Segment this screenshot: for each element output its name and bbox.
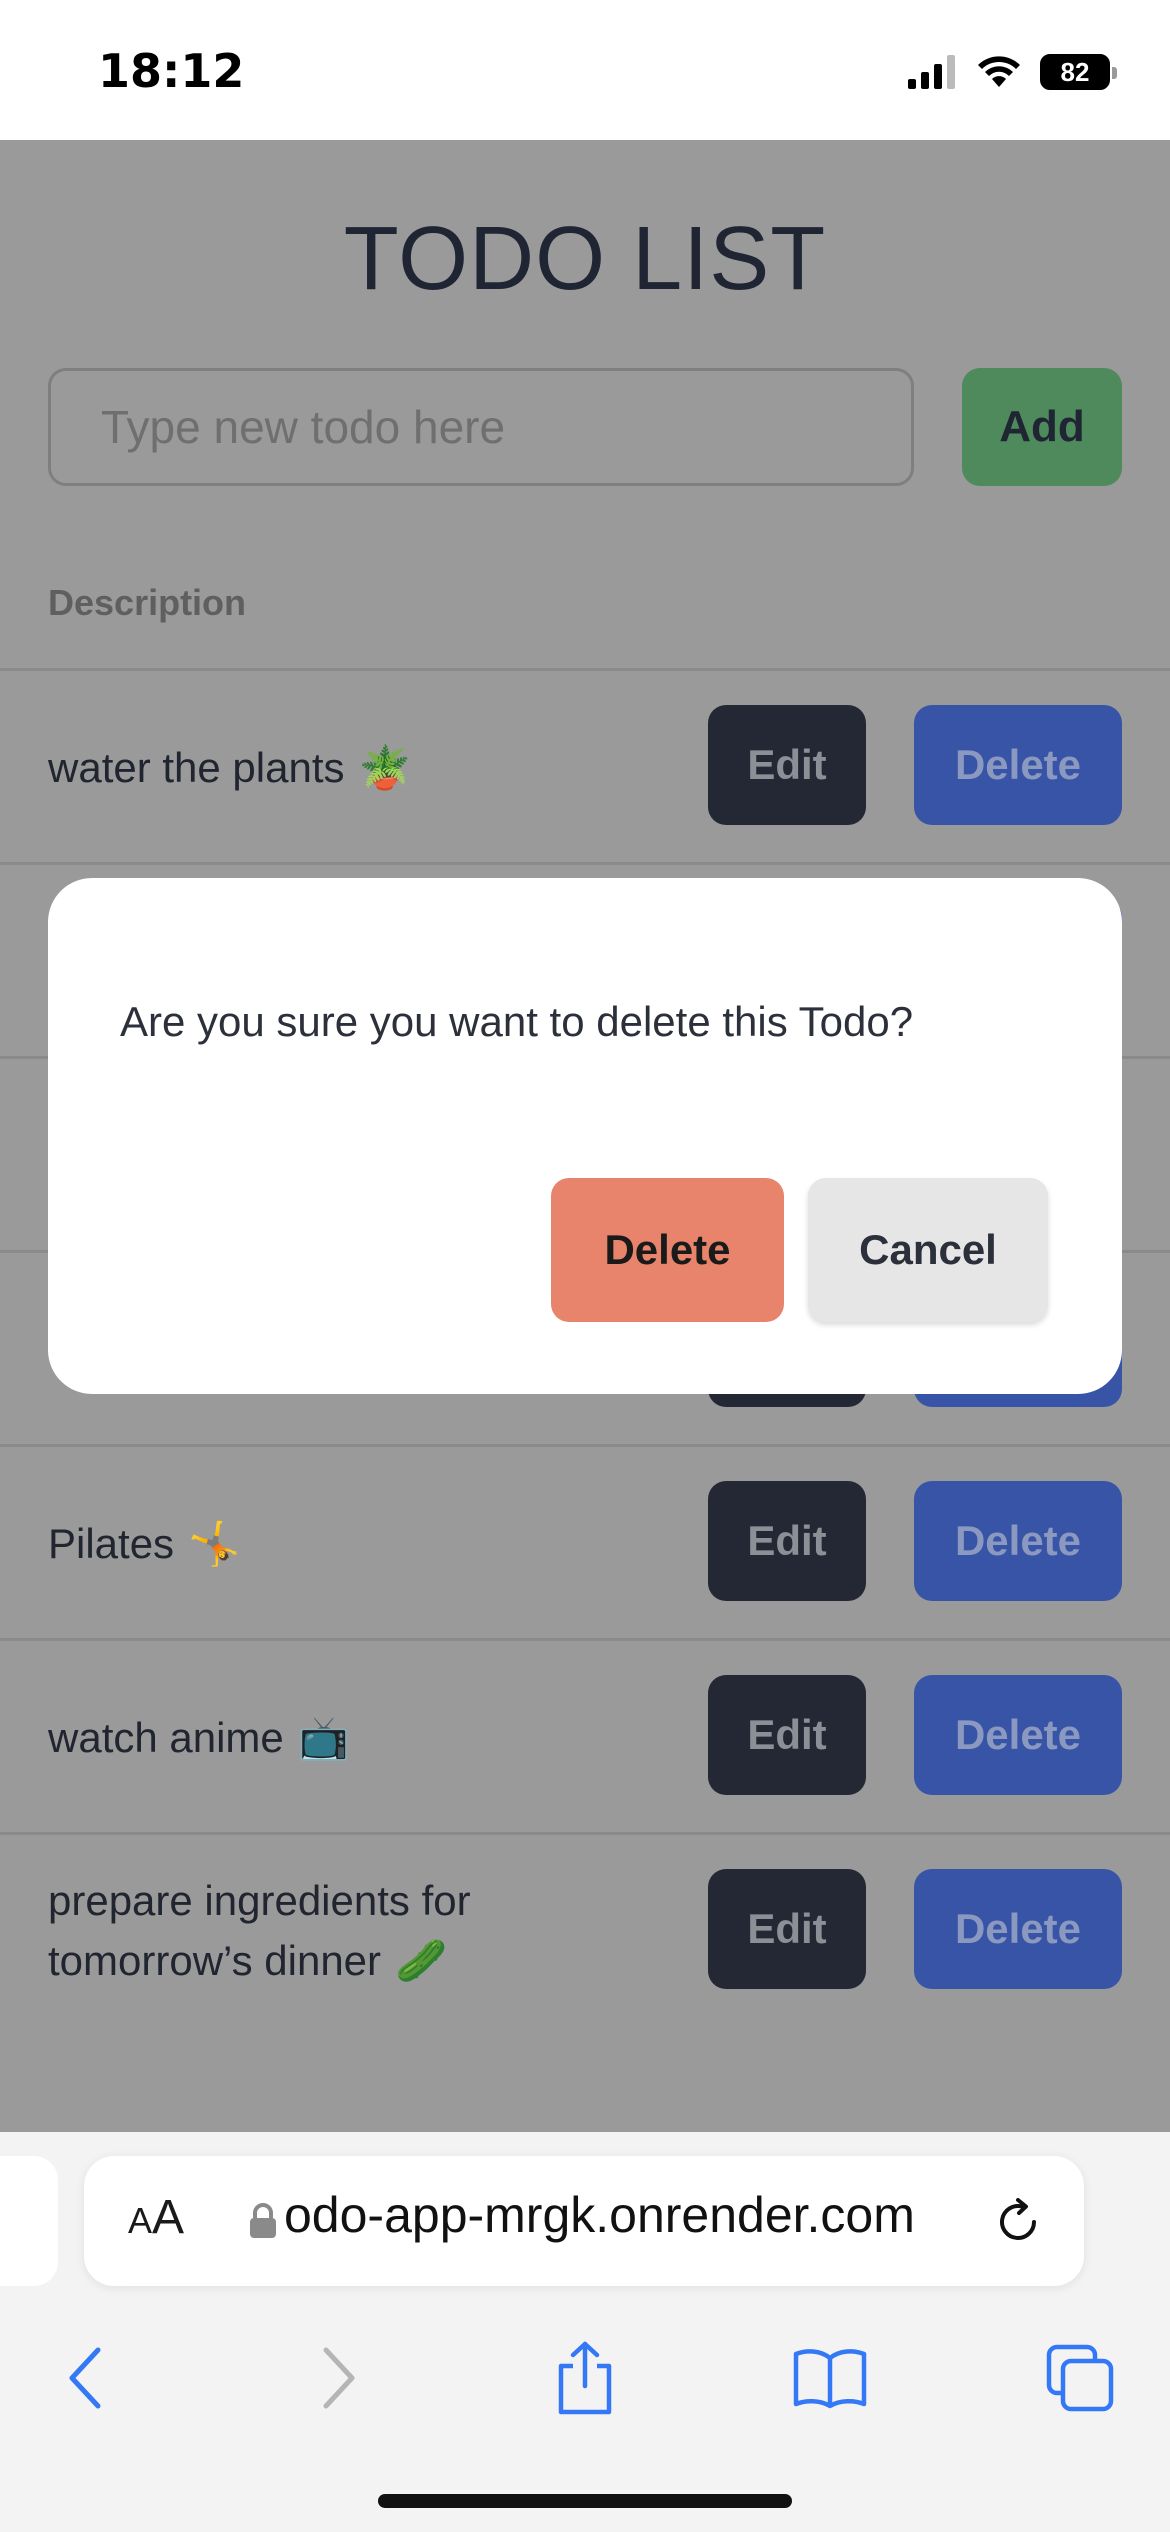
home-indicator bbox=[378, 2494, 792, 2508]
browser-nav-bar bbox=[0, 2320, 1170, 2440]
new-todo-placeholder: Type new todo here bbox=[101, 401, 506, 453]
todo-text: water the plants bbox=[48, 744, 345, 791]
todo-description: Pilates 🤸 bbox=[48, 1447, 698, 1641]
add-button[interactable]: Add bbox=[962, 368, 1122, 486]
lock-icon bbox=[250, 2203, 276, 2238]
previous-tab-preview[interactable] bbox=[0, 2156, 58, 2286]
new-todo-input[interactable]: Type new todo here bbox=[48, 368, 914, 486]
todo-row: water the plants 🪴 Edit Delete bbox=[0, 668, 1170, 862]
cancel-button[interactable]: Cancel bbox=[808, 1178, 1048, 1322]
todo-row: watch anime 📺 Edit Delete bbox=[0, 1638, 1170, 1832]
todo-row: prepare ingredients for tomorrow’s dinne… bbox=[0, 1832, 1170, 2026]
share-button[interactable] bbox=[545, 2338, 625, 2418]
delete-button[interactable]: Delete bbox=[914, 1481, 1122, 1601]
television-emoji-icon: 📺 bbox=[297, 1714, 351, 1761]
forward-button[interactable] bbox=[298, 2338, 378, 2418]
todo-text: watch anime bbox=[48, 1714, 284, 1761]
edit-button[interactable]: Edit bbox=[708, 1481, 866, 1601]
address-bar[interactable]: AA odo-app-mrgk.onrender.com bbox=[84, 2156, 1084, 2286]
delete-button[interactable]: Delete bbox=[914, 705, 1122, 825]
edit-button[interactable]: Edit bbox=[708, 705, 866, 825]
todo-description: prepare ingredients for tomorrow’s dinne… bbox=[48, 1835, 528, 2029]
edit-button[interactable]: Edit bbox=[708, 1869, 866, 1989]
url-text: odo-app-mrgk.onrender.com bbox=[284, 2187, 915, 2243]
delete-button[interactable]: Delete bbox=[914, 1869, 1122, 1989]
aa-small-letter: A bbox=[128, 2200, 153, 2241]
reload-icon[interactable] bbox=[990, 2194, 1046, 2250]
description-column-header: Description bbox=[48, 582, 247, 623]
delete-button[interactable]: Delete bbox=[914, 1675, 1122, 1795]
wifi-icon bbox=[978, 56, 1020, 87]
todo-text: Pilates bbox=[48, 1520, 175, 1567]
todo-row: Pilates 🤸 Edit Delete bbox=[0, 1444, 1170, 1638]
aa-large-letter: A bbox=[152, 2191, 185, 2244]
cartwheel-emoji-icon: 🤸 bbox=[188, 1520, 241, 1567]
cellular-signal-icon bbox=[908, 55, 955, 89]
cucumber-emoji-icon: 🥒 bbox=[395, 1937, 448, 1984]
confirm-delete-button[interactable]: Delete bbox=[551, 1178, 784, 1322]
plant-emoji-icon: 🪴 bbox=[358, 744, 411, 791]
book-icon bbox=[793, 2349, 867, 2409]
todo-description: water the plants 🪴 bbox=[48, 671, 698, 865]
chevron-left-icon bbox=[69, 2347, 101, 2409]
status-time: 18:12 bbox=[98, 44, 245, 98]
status-icons: 82 bbox=[908, 50, 1117, 94]
back-button[interactable] bbox=[46, 2338, 126, 2418]
share-icon bbox=[558, 2341, 612, 2415]
battery-icon: 82 bbox=[1040, 54, 1117, 90]
browser-toolbar: AA odo-app-mrgk.onrender.com bbox=[0, 2132, 1170, 2532]
todo-description: watch anime 📺 bbox=[48, 1641, 698, 1835]
dialog-message: Are you sure you want to delete this Tod… bbox=[120, 998, 914, 1045]
delete-confirmation-dialog: Are you sure you want to delete this Tod… bbox=[48, 878, 1122, 1394]
reader-options-button[interactable]: AA bbox=[128, 2190, 184, 2245]
tabs-button[interactable] bbox=[1040, 2338, 1120, 2418]
page-title: TODO LIST bbox=[343, 209, 827, 309]
tabs-icon bbox=[1046, 2344, 1114, 2412]
chevron-right-icon bbox=[323, 2347, 355, 2409]
edit-button[interactable]: Edit bbox=[708, 1675, 866, 1795]
bookmarks-button[interactable] bbox=[790, 2338, 870, 2418]
status-bar: 18:12 82 bbox=[0, 0, 1170, 140]
battery-level: 82 bbox=[1060, 56, 1090, 87]
